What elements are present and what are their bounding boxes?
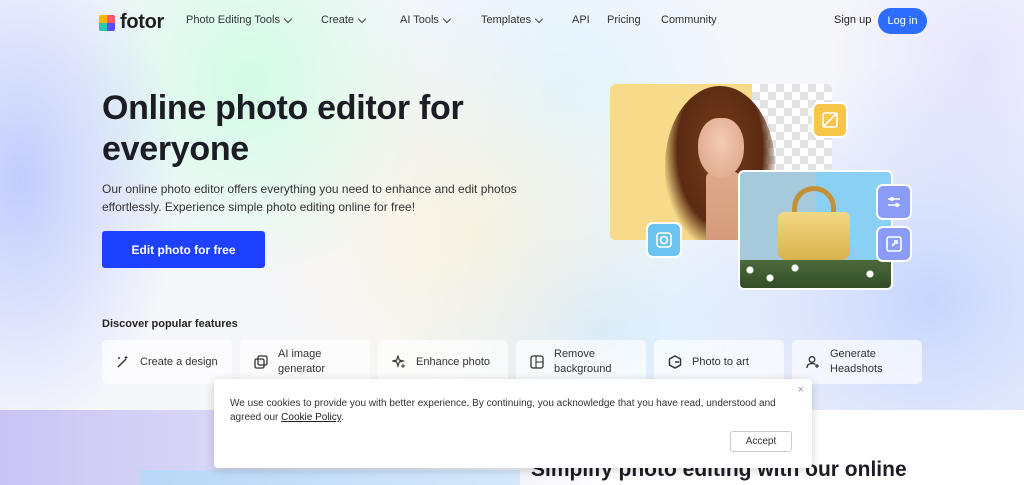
bag-body [778,212,850,260]
feature-photo-to-art[interactable]: Photo to art [654,340,784,384]
crop-icon [812,102,848,138]
feature-label: Remove background [554,348,612,375]
lower-section-strip [140,470,520,485]
chevron-down-icon [534,14,544,23]
feature-ai-image-generator[interactable]: AI image generator [240,340,370,384]
cookie-policy-link[interactable]: Cookie Policy [281,412,341,423]
nav-label: Pricing [607,14,641,26]
nav-templates[interactable]: Templates [481,14,544,26]
nav-label: Templates [481,14,532,26]
chevron-down-icon [442,14,452,23]
hero-subtitle: Our online photo editor offers everythin… [102,182,517,214]
hero-title: Online photo editor for everyone [102,89,464,168]
chevron-down-icon [357,14,367,23]
nav-api[interactable]: API [572,14,590,26]
portrait-face [698,118,744,178]
features-title: Discover popular features [102,318,238,330]
logo-text: fotor [120,11,165,33]
magic-wand-icon [117,356,128,368]
feature-enhance-photo[interactable]: Enhance photo [378,340,508,384]
nav-pricing[interactable]: Pricing [607,14,641,26]
chevron-down-icon [283,14,293,23]
cookie-banner: × We use cookies to provide you with bet… [214,379,812,468]
portrait-neck [706,172,740,240]
feature-label: Photo to art [692,355,749,368]
nav-label: AI Tools [400,14,439,26]
feature-remove-background[interactable]: Remove background [516,340,646,384]
ai-image-icon [254,355,268,369]
edit-photo-button[interactable]: Edit photo for free [102,231,265,268]
signup-link[interactable]: Sign up [834,14,871,26]
nav-label: Photo Editing Tools [186,14,280,26]
cookie-message: We use cookies to provide you with bette… [230,397,790,425]
feature-label: Enhance photo [416,355,491,368]
adjust-sliders-icon [876,184,912,220]
feature-label: Create a design [140,355,218,368]
fotor-logo[interactable]: fotor [99,11,164,34]
feature-generate-headshots[interactable]: Generate Headshots [792,340,922,384]
nav-label: Create [321,14,355,26]
resize-icon [876,226,912,262]
nav-label: API [572,14,590,26]
hero-illustration [608,84,928,294]
fotor-logo-icon [99,14,115,31]
accept-cookies-button[interactable]: Accept [730,431,792,452]
nav-label: Community [661,14,717,26]
remove-bg-icon [530,355,544,369]
nav-create[interactable]: Create [321,14,367,26]
login-button[interactable]: Log in [878,8,927,34]
art-icon [668,355,682,369]
feature-create-design[interactable]: Create a design [102,340,232,384]
feature-label: AI image generator [278,348,326,375]
cookie-text-end: . [341,412,344,423]
user-plus-icon [806,356,819,369]
top-navigation: fotor Photo Editing Tools Create AI Tool… [0,0,1024,44]
sparkle-icon [392,355,406,368]
close-icon[interactable]: × [798,384,804,396]
nav-ai-tools[interactable]: AI Tools [400,14,452,26]
nav-photo-editing-tools[interactable]: Photo Editing Tools [186,14,293,26]
handbag-photo [738,170,893,290]
feature-label: Generate Headshots [830,348,883,375]
refresh-icon [646,222,682,258]
nav-community[interactable]: Community [661,14,717,26]
flowers [740,260,891,288]
